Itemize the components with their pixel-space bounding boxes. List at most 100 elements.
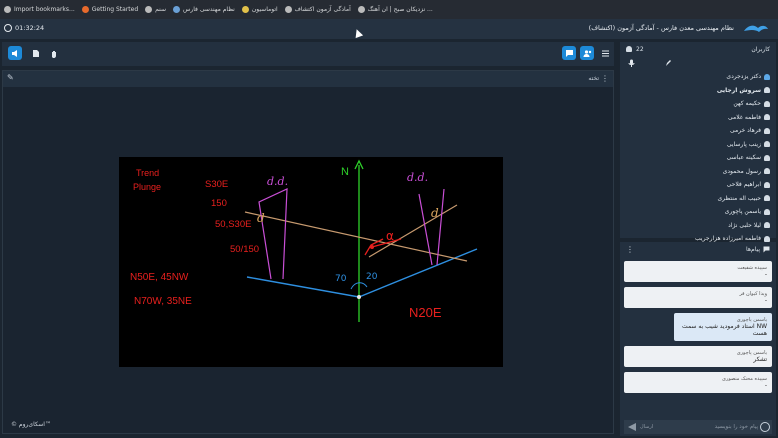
users-tools [620,56,776,70]
send-label: ارسال [640,424,654,430]
bookmark-label: اتوماسیون [251,6,278,13]
user-icon [764,154,770,161]
angle-20-label: 20 [366,272,378,282]
left-dd-wedge [258,188,288,280]
emoji-icon[interactable] [760,422,770,432]
users-title: کاربران [751,45,770,53]
north-label: N [341,166,349,178]
user-item[interactable]: زینب پارسایی [620,138,770,152]
user-name: دکتر یزدجردی [726,73,761,81]
more-vertical-icon[interactable]: ⋮ [601,74,609,83]
user-icon [764,208,770,215]
user-name: حبیب اله منتظری [717,194,761,202]
user-item[interactable]: یاسمن پاچوری [620,205,770,219]
skyroom-brand: © اسکای‌روم™ [11,421,51,428]
user-item[interactable]: حکیمه کهن [620,97,770,111]
user-icon [764,73,770,80]
user-name: رسول محمودی [722,167,761,175]
chat-message: یاسمن پاچوری استاد فرمودید شیب به سمت NW … [674,313,772,341]
skyroom-logo-icon [744,25,768,32]
user-name: لیلا حلبی نژاد [728,221,761,229]
whiteboard-tab-title: تخته [588,75,599,82]
user-item[interactable]: حبیب اله منتظری [620,192,770,206]
chat-message: ویدا کیوان فر - [624,287,772,308]
user-name: ابراهیم فلاحی [726,181,761,189]
user-item[interactable]: رسول محمودی [620,165,770,179]
chat-input[interactable]: ارسال پیام خود را بنویسید [624,420,772,434]
files-button[interactable] [28,46,42,60]
user-icon [764,181,770,188]
send-icon[interactable] [626,421,638,433]
alpha-label: α [386,229,394,243]
bookmark-label: آمادگی آزمون اکتشاف [294,6,351,13]
clock-icon [4,24,12,32]
raise-hand-button[interactable] [46,46,60,60]
globe-icon [284,6,292,13]
plunge-label: Plunge [133,182,161,192]
bookmark-label: سنم [155,6,166,13]
speaker-icon [11,49,17,57]
n50e-label: N50E, 45NW [130,272,189,283]
chat-input-placeholder: پیام خود را بنویسید [714,424,758,430]
bookmark-item[interactable]: Getting Started [81,6,138,13]
user-item[interactable]: فاطمه غلامی [620,111,770,125]
globe-icon [357,6,365,13]
chat-title: پیام‌ها [745,245,760,253]
user-name: حکیمه کهن [733,100,761,108]
value-50-s30e-label: 50,S30E [215,219,251,230]
speaker-button[interactable] [8,46,22,60]
message-text: - [764,382,767,389]
globe-icon [145,6,153,13]
right-d-label: d [431,206,439,220]
chat-toggle-button[interactable] [562,46,576,60]
user-icon [764,87,770,94]
chat-message: سپیده شفیعت - [624,261,772,282]
bookmark-item[interactable]: سنم [145,6,166,13]
chat-header: ⋮ پیام‌ها [620,242,776,256]
chat-title-group: پیام‌ها [746,246,770,253]
microphone-icon[interactable] [628,59,635,67]
users-toggle-button[interactable] [580,46,594,60]
pencil-icon[interactable] [665,59,672,67]
bookmark-item[interactable]: نزدیکان صبح | ان آهنگ ... [357,6,433,13]
user-icon [764,114,770,121]
angle-70-label: 70 [335,274,347,284]
s30e-label: S30E [205,179,228,190]
chat-icon [565,49,573,57]
user-name: سروش ارجایی [716,86,761,94]
user-icon [764,235,770,242]
session-timer: 01:32:24 [4,24,44,32]
n20e-label: N20E [409,305,442,320]
class-title: نظام مهندسی معدن فارس - آمادگی آزمون (اک… [588,24,734,32]
whiteboard-panel: ✎ تخته ⋮ Trend Plunge S30E 150 50,S30E 5… [2,70,614,434]
pen-icon[interactable]: ✎ [7,73,14,82]
message-text: استاد فرمودید شیب به سمت NW هست [682,323,767,337]
user-name: فاطمه غلامی [728,113,761,121]
user-item[interactable]: دکتر یزدجردی [620,70,770,84]
users-count: 22 [626,46,644,53]
bookmark-item[interactable]: آمادگی آزمون اکتشاف [284,6,351,13]
bookmark-item[interactable]: Import bookmarks... [4,6,75,13]
user-item[interactable]: سروش ارجایی [620,84,770,98]
users-count-value: 22 [636,45,644,53]
users-icon [583,49,591,57]
user-item[interactable]: لیلا حلبی نژاد [620,219,770,233]
intersection-point [370,245,374,249]
hamburger-icon [601,50,609,56]
user-name: یاسمن پاچوری [724,208,761,216]
bookmark-item[interactable]: نظام مهندسی فارس [173,6,235,13]
user-item[interactable]: فرهاد خرمی [620,124,770,138]
app-header: 01:32:24 نظام مهندسی معدن فارس - آمادگی … [0,19,778,39]
folder-icon [4,6,11,13]
chat-panel: ⋮ پیام‌ها سپیده شفیعت - ویدا کیوان فر - یا… [620,242,776,436]
timer-value: 01:32:24 [15,24,45,32]
user-item[interactable]: ابراهیم فلاحی [620,178,770,192]
bookmark-item[interactable]: اتوماسیون [241,6,278,13]
left-d-label: d [257,211,265,225]
user-item[interactable]: سکینه عباسی [620,151,770,165]
more-vertical-icon[interactable]: ⋮ [626,245,634,254]
menu-button[interactable] [598,46,612,60]
whiteboard-canvas[interactable]: Trend Plunge S30E 150 50,S30E 50/150 N50… [119,157,503,367]
chat-message: سپیده محنک منصوری - [624,372,772,393]
message-text: - [764,297,767,304]
